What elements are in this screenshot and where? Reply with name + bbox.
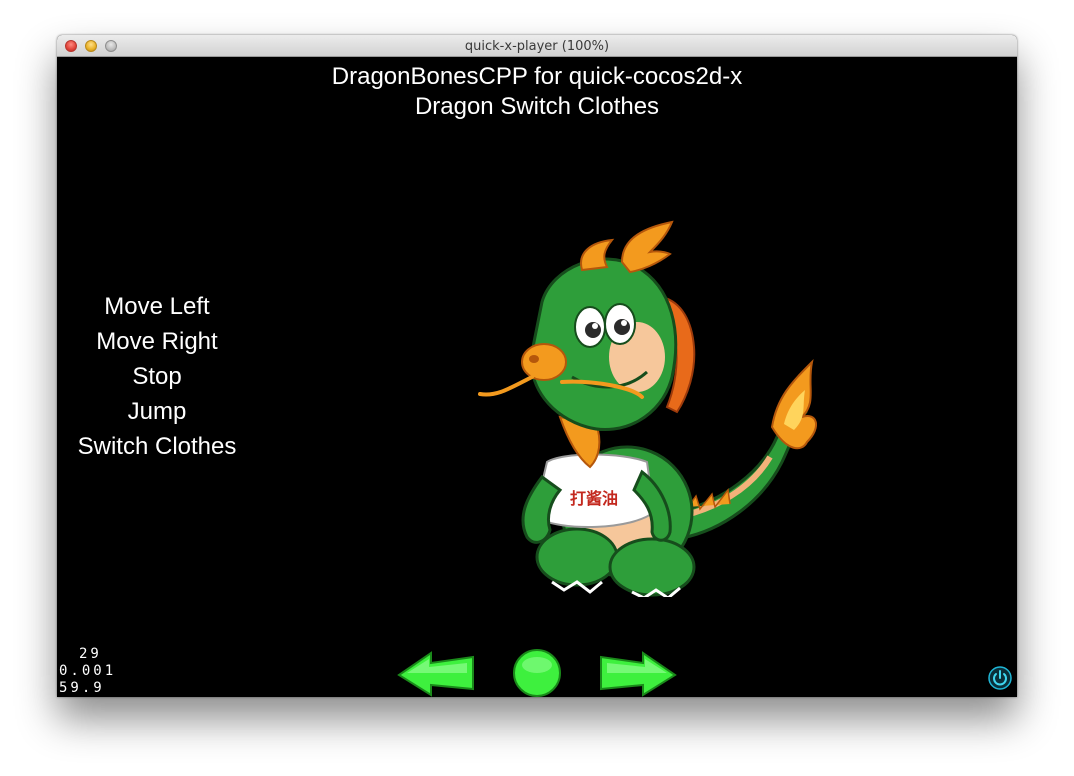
power-icon[interactable] (988, 666, 1012, 690)
dragon-character: 打酱油 (472, 212, 817, 600)
menu-item-jump[interactable]: Jump (77, 394, 237, 429)
stat-fps: 59.9 (59, 680, 105, 696)
menu-item-move-right[interactable]: Move Right (77, 324, 237, 359)
shirt-print: 打酱油 (570, 489, 618, 508)
circle-button-icon[interactable] (512, 649, 562, 697)
debug-stats: 29 0.001 59.9 (59, 646, 116, 697)
app-window: quick-x-player (100%) DragonBonesCPP for… (57, 35, 1017, 697)
stat-frame-time: 0.001 (59, 663, 117, 679)
title-bar[interactable]: quick-x-player (100%) (57, 35, 1017, 57)
right-arrow-icon[interactable] (597, 649, 677, 697)
stat-draw-calls: 29 (79, 646, 102, 662)
scene-title: DragonBonesCPP for quick-cocos2d-x (331, 63, 743, 90)
menu-item-switch-clothes[interactable]: Switch Clothes (77, 429, 237, 464)
dragon-illustration: 打酱油 (478, 220, 817, 600)
window-title: quick-x-player (100%) (464, 39, 610, 54)
action-menu: Move Left Move Right Stop Jump Switch Cl… (77, 289, 237, 464)
menu-item-stop[interactable]: Stop (77, 359, 237, 394)
left-arrow-icon[interactable] (397, 649, 477, 697)
game-viewport[interactable]: DragonBonesCPP for quick-cocos2d-x Drago… (57, 57, 1017, 697)
menu-item-move-left[interactable]: Move Left (77, 289, 237, 324)
scene-subtitle: Dragon Switch Clothes (414, 93, 660, 120)
